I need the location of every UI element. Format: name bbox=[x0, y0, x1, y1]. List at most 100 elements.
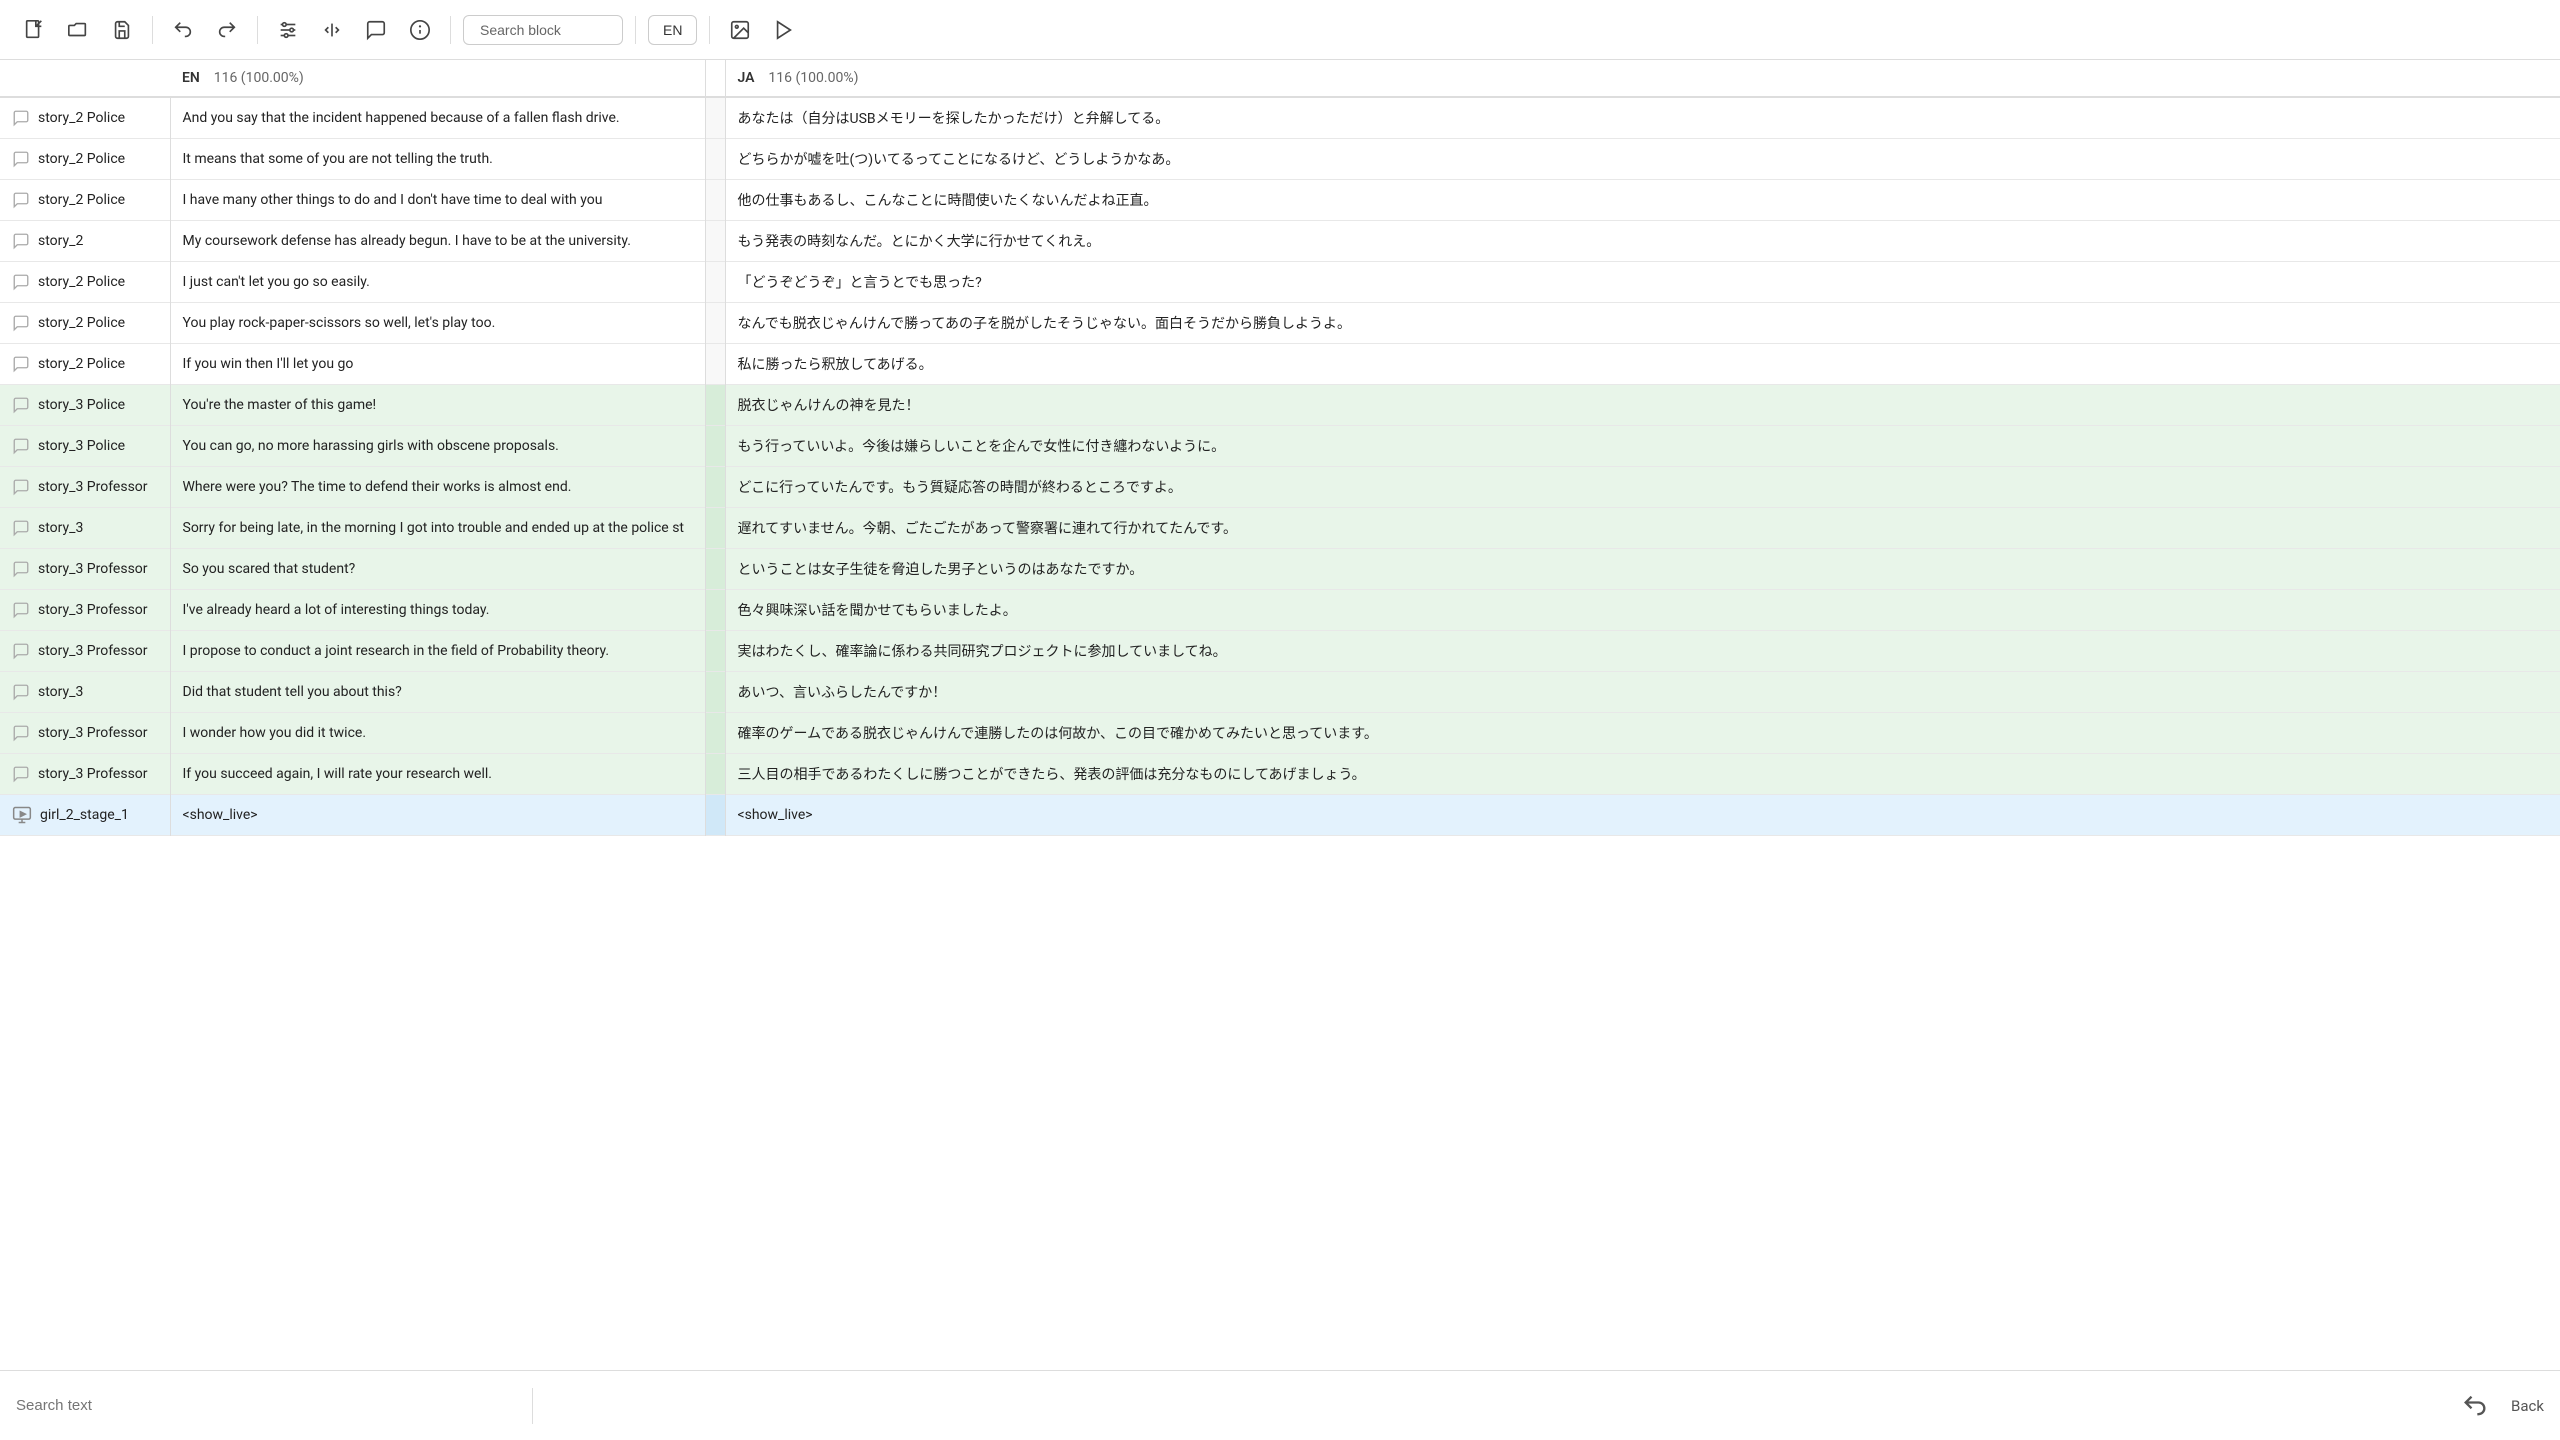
sep-cell bbox=[705, 262, 725, 303]
en-text-cell: Did that student tell you about this? bbox=[170, 672, 705, 713]
sep-cell bbox=[705, 97, 725, 139]
language-button[interactable]: EN bbox=[648, 15, 697, 45]
redo-icon[interactable] bbox=[209, 12, 245, 48]
story-cell: story_2 bbox=[0, 221, 170, 262]
story-label: story_2 Police bbox=[38, 356, 125, 372]
story-cell: story_3 bbox=[0, 672, 170, 713]
show-live-icon bbox=[12, 805, 32, 825]
back-icon-button[interactable] bbox=[2455, 1386, 2495, 1426]
story-cell: girl_2_stage_1 bbox=[0, 795, 170, 836]
sep-cell bbox=[705, 795, 725, 836]
info-icon[interactable] bbox=[402, 12, 438, 48]
table-row: story_2 My coursework defense has already… bbox=[0, 221, 2560, 262]
ja-text-cell: ということは女子生徒を脅迫した男子というのはあなたですか。 bbox=[725, 549, 2560, 590]
comment-row-icon bbox=[12, 601, 30, 619]
story-cell: story_3 Police bbox=[0, 385, 170, 426]
settings-sliders-icon[interactable] bbox=[270, 12, 306, 48]
open-folder-icon[interactable] bbox=[60, 12, 96, 48]
story-cell: story_2 Police bbox=[0, 180, 170, 221]
divider-3 bbox=[450, 16, 451, 44]
back-label[interactable]: Back bbox=[2511, 1397, 2544, 1415]
divider-1 bbox=[152, 16, 153, 44]
sep-cell bbox=[705, 180, 725, 221]
sep-cell bbox=[705, 713, 725, 754]
en-text-cell: I propose to conduct a joint research in… bbox=[170, 631, 705, 672]
table-row: story_3 ProfessorI've already heard a lo… bbox=[0, 590, 2560, 631]
sep-cell bbox=[705, 385, 725, 426]
main-content: EN 116 (100.00%) JA 116 (100.00%) story_… bbox=[0, 60, 2560, 1370]
table-row: story_3 ProfessorSo you scared that stud… bbox=[0, 549, 2560, 590]
code-braces-icon[interactable] bbox=[314, 12, 350, 48]
ja-text-cell: <show_live> bbox=[725, 795, 2560, 836]
search-text-input[interactable] bbox=[16, 1397, 516, 1414]
en-text-cell: So you scared that student? bbox=[170, 549, 705, 590]
story-label: story_2 Police bbox=[38, 315, 125, 331]
play-icon[interactable] bbox=[766, 12, 802, 48]
table-row: story_3 ProfessorWhere were you? The tim… bbox=[0, 467, 2560, 508]
story-label: story_3 Professor bbox=[38, 725, 148, 741]
sep-cell bbox=[705, 754, 725, 795]
story-label: story_2 Police bbox=[38, 274, 125, 290]
footer: Back bbox=[0, 1370, 2560, 1440]
ja-text-cell: 三人目の相手であるわたくしに勝つことができたら、発表の評価は充分なものにしてあげ… bbox=[725, 754, 2560, 795]
en-text-cell: You play rock-paper-scissors so well, le… bbox=[170, 303, 705, 344]
en-text-cell: <show_live> bbox=[170, 795, 705, 836]
sep-cell bbox=[705, 672, 725, 713]
story-cell: story_3 Professor bbox=[0, 631, 170, 672]
new-file-icon[interactable] bbox=[16, 12, 52, 48]
story-cell: story_3 bbox=[0, 508, 170, 549]
sep-cell bbox=[705, 508, 725, 549]
ja-text-cell: 遅れてすいません。今朝、ごたごたがあって警察署に連れて行かれてたんです。 bbox=[725, 508, 2560, 549]
story-cell: story_3 Professor bbox=[0, 549, 170, 590]
story-cell: story_3 Professor bbox=[0, 467, 170, 508]
story-label: story_2 Police bbox=[38, 110, 125, 126]
comment-row-icon bbox=[12, 683, 30, 701]
ja-text-cell: あいつ、言いふらしたんですか！ bbox=[725, 672, 2560, 713]
sep-cell bbox=[705, 139, 725, 180]
comment-row-icon bbox=[12, 109, 30, 127]
ja-text-cell: あなたは（自分はUSBメモリーを探したかっただけ）と弁解してる。 bbox=[725, 97, 2560, 139]
sep-column-header bbox=[705, 60, 725, 97]
language-label: EN bbox=[663, 22, 682, 38]
story-cell: story_3 Professor bbox=[0, 590, 170, 631]
ja-text-cell: どちらかが嘘を吐(つ)いてるってことになるけど、どうしようかなあ。 bbox=[725, 139, 2560, 180]
sep-cell bbox=[705, 631, 725, 672]
story-cell: story_3 Professor bbox=[0, 754, 170, 795]
story-label: story_3 bbox=[38, 520, 83, 536]
en-text-cell: I wonder how you did it twice. bbox=[170, 713, 705, 754]
en-text-cell: I've already heard a lot of interesting … bbox=[170, 590, 705, 631]
story-label: story_2 bbox=[38, 233, 83, 249]
story-label: girl_2_stage_1 bbox=[40, 807, 129, 823]
divider-2 bbox=[257, 16, 258, 44]
toolbar: Search block EN bbox=[0, 0, 2560, 60]
save-icon[interactable] bbox=[104, 12, 140, 48]
table-row: story_3 PoliceYou're the master of this … bbox=[0, 385, 2560, 426]
content-table[interactable]: EN 116 (100.00%) JA 116 (100.00%) story_… bbox=[0, 60, 2560, 1370]
ja-label: JA bbox=[738, 70, 755, 86]
en-column-header: EN 116 (100.00%) bbox=[170, 60, 705, 97]
table-row: story_3 Professor I wonder how you did it… bbox=[0, 713, 2560, 754]
en-text-cell: You're the master of this game! bbox=[170, 385, 705, 426]
story-cell: story_2 Police bbox=[0, 303, 170, 344]
en-text-cell: You can go, no more harassing girls with… bbox=[170, 426, 705, 467]
story-cell: story_2 Police bbox=[0, 262, 170, 303]
ja-text-cell: もう行っていいよ。今後は嫌らしいことを企んで女性に付き纏わないように。 bbox=[725, 426, 2560, 467]
ja-text-cell: 色々興味深い話を聞かせてもらいましたよ。 bbox=[725, 590, 2560, 631]
comment-row-icon bbox=[12, 437, 30, 455]
comment-icon[interactable] bbox=[358, 12, 394, 48]
table-row: story_3 ProfessorIf you succeed again, I… bbox=[0, 754, 2560, 795]
story-cell: story_2 Police bbox=[0, 139, 170, 180]
divider-5 bbox=[709, 16, 710, 44]
story-cell: story_3 Professor bbox=[0, 713, 170, 754]
story-cell: story_2 Police bbox=[0, 344, 170, 385]
undo-icon[interactable] bbox=[165, 12, 201, 48]
en-text-cell: My coursework defense has already begun.… bbox=[170, 221, 705, 262]
table-row: story_2 PoliceIf you win then I'll let y… bbox=[0, 344, 2560, 385]
en-text-cell: I just can't let you go so easily. bbox=[170, 262, 705, 303]
en-label: EN bbox=[182, 70, 200, 86]
search-block-button[interactable]: Search block bbox=[463, 15, 623, 45]
comment-row-icon bbox=[12, 642, 30, 660]
image-icon[interactable] bbox=[722, 12, 758, 48]
footer-divider bbox=[532, 1388, 533, 1424]
story-cell: story_3 Police bbox=[0, 426, 170, 467]
